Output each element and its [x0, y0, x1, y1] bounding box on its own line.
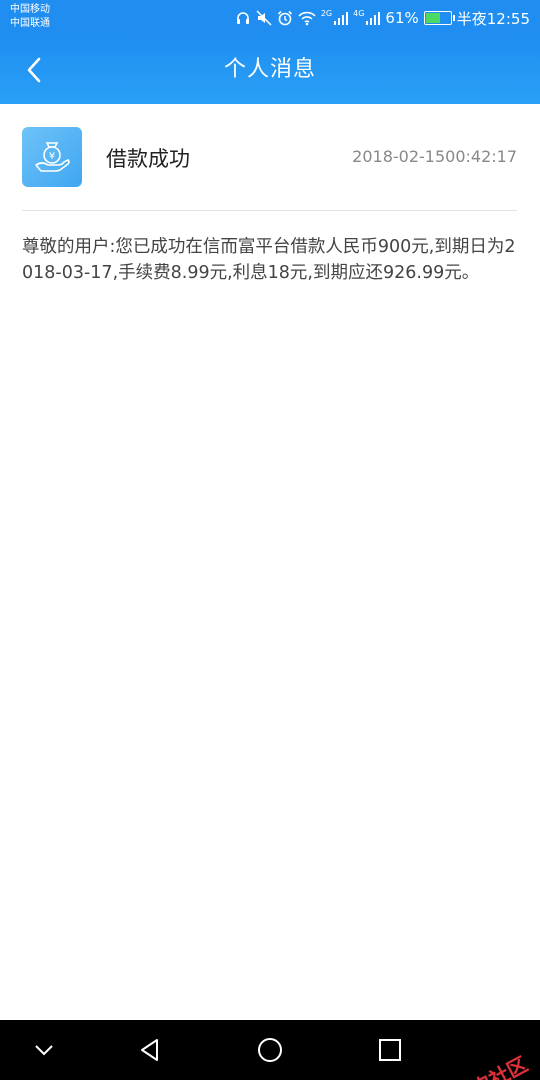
- money-bag-hand-icon: ¥: [22, 127, 82, 187]
- alarm-icon: [277, 10, 293, 26]
- square-recents-icon: [379, 1039, 401, 1061]
- signal-icon-1: [334, 11, 349, 25]
- message-timestamp: 2018-02-1500:42:17: [352, 147, 517, 166]
- watermark-text: 卡农社区: [448, 1048, 532, 1080]
- net-type-2: 4G: [353, 8, 365, 18]
- navigation-bar: 卡农社区: [0, 1020, 540, 1080]
- mute-icon: [256, 10, 272, 26]
- chevron-down-icon: [35, 1045, 53, 1056]
- wifi-icon: [298, 10, 316, 26]
- carrier-2: 中国联通: [10, 18, 50, 29]
- page-title: 个人消息: [223, 57, 316, 82]
- svg-text:¥: ¥: [49, 151, 55, 162]
- battery-percent: 61%: [385, 9, 419, 27]
- recents-nav-button[interactable]: [370, 1030, 410, 1070]
- signal-icon-2: [366, 11, 381, 25]
- status-bar: 中国移动 中国联通 2G 4G 61% 半夜12:55: [0, 0, 540, 36]
- title-bar: 个人消息: [0, 36, 540, 104]
- battery-icon: [423, 11, 455, 25]
- watermark: 卡农社区: [425, 1048, 532, 1080]
- message-header: ¥ 借款成功 2018-02-1500:42:17: [22, 127, 517, 187]
- message-body: 尊敬的用户:您已成功在信而富平台借款人民币900元,到期日为2018-03-17…: [22, 237, 516, 283]
- divider: [22, 210, 517, 211]
- hide-nav-button[interactable]: [24, 1030, 64, 1070]
- carrier-1: 中国移动: [10, 4, 50, 15]
- status-icons: 2G 4G 61% 半夜12:55: [235, 0, 530, 36]
- circle-home-icon: [258, 1038, 282, 1062]
- back-nav-button[interactable]: [130, 1030, 170, 1070]
- headset-icon: [235, 10, 251, 26]
- net-type-1: 2G: [320, 8, 333, 18]
- carrier-names: 中国移动 中国联通: [10, 3, 50, 31]
- clock: 半夜12:55: [456, 9, 530, 28]
- battery-level: [425, 13, 441, 23]
- home-nav-button[interactable]: [250, 1030, 290, 1070]
- triangle-back-icon: [141, 1039, 158, 1061]
- message-title: 借款成功: [106, 147, 190, 171]
